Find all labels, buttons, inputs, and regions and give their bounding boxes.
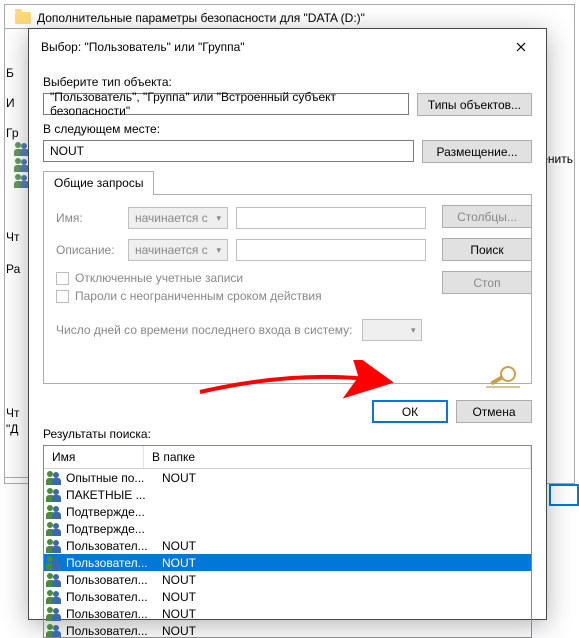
nonexpiring-pwd-label: Пароли с неограниченным сроком действия [75,289,322,303]
columns-button[interactable]: Столбцы... [442,205,532,228]
nonexpiring-pwd-checkbox[interactable] [56,290,69,303]
name-input[interactable] [236,207,426,229]
location-button[interactable]: Размещение... [422,140,532,163]
row-folder: NOUT [162,573,529,587]
bg-text: И [6,96,15,110]
group-icon [46,573,62,587]
column-name-header[interactable]: Имя [44,446,144,468]
row-folder: NOUT [162,556,529,570]
bg-window-title: Дополнительные параметры безопасности дл… [37,11,365,25]
bg-text: Гр [6,126,19,140]
object-types-button[interactable]: Типы объектов... [417,93,532,116]
name-match-combo[interactable]: начинается с ▾ [128,207,228,229]
chevron-down-icon: ▾ [216,213,221,224]
results-row[interactable]: Пользовател...NOUT [44,605,531,622]
column-folder-header[interactable]: В папке [144,446,531,468]
bg-text: Чт [6,406,20,420]
find-now-button[interactable]: Поиск [442,238,532,261]
results-row[interactable]: Пользовател...NOUT [44,622,531,637]
folder-icon [15,12,31,24]
results-row[interactable]: Подтвержде... [44,520,531,537]
row-folder: NOUT [162,539,529,553]
row-name: Пользовател... [66,607,162,621]
search-decoration-icon [486,365,520,389]
description-input[interactable] [236,239,426,261]
group-icon [46,522,62,536]
row-name: Подтвержде... [66,522,162,536]
tab-common-queries[interactable]: Общие запросы [43,171,154,195]
group-icon [46,471,62,485]
bg-text: Б [6,66,14,80]
results-row[interactable]: Пользовател...NOUT [44,588,531,605]
results-row[interactable]: Пользовател...NOUT [44,571,531,588]
results-row[interactable]: Пользовател...NOUT [44,554,531,571]
search-results-listview[interactable]: Имя В папке Опытные по...NOUTПАКЕТНЫЕ ..… [43,445,532,638]
results-row[interactable]: ПАКЕТНЫЕ ... [44,486,531,503]
name-label: Имя: [56,211,120,225]
group-icon [46,607,62,621]
row-folder: NOUT [162,471,529,485]
close-button[interactable] [506,37,536,57]
days-since-login-label: Число дней со времени последнего входа в… [56,323,352,337]
disabled-accounts-checkbox[interactable] [56,272,69,285]
results-row[interactable]: Подтвержде... [44,503,531,520]
description-label: Описание: [56,243,120,257]
dialog-title: Выбор: "Пользователь" или "Группа" [41,40,245,54]
bg-text: Ра [6,262,20,276]
row-name: ПАКЕТНЫЕ ... [66,488,162,502]
chevron-down-icon: ▾ [216,245,221,256]
chevron-down-icon: ▾ [411,325,416,336]
row-name: Пользовател... [66,556,162,570]
row-name: Подтвержде... [66,505,162,519]
row-name: Пользовател... [66,539,162,553]
close-icon [516,42,526,52]
stop-button[interactable]: Стоп [442,271,532,294]
group-icon [46,505,62,519]
object-type-field: "Пользователь", "Группа" или "Встроенный… [43,93,409,115]
results-row[interactable]: Пользовател...NOUT [44,537,531,554]
object-type-label: Выберите тип объекта: [43,75,532,89]
location-field: NOUT [43,140,414,162]
group-icon [46,556,62,570]
bg-group-icons [14,142,28,190]
disabled-accounts-label: Отключенные учетные записи [75,271,243,285]
row-folder: NOUT [162,590,529,604]
results-header[interactable]: Имя В папке [44,446,531,469]
row-name: Пользовател... [66,590,162,604]
row-name: Пользовател... [66,624,162,638]
bg-ok-button-fragment [549,484,579,506]
select-user-group-dialog: Выбор: "Пользователь" или "Группа" Выбер… [28,28,547,620]
group-icon [46,488,62,502]
description-match-combo[interactable]: начинается с ▾ [128,239,228,261]
group-icon [46,590,62,604]
group-icon [46,624,62,638]
row-folder: NOUT [162,607,529,621]
group-icon [46,539,62,553]
cancel-button[interactable]: Отмена [456,400,532,423]
results-row[interactable]: Опытные по...NOUT [44,469,531,486]
location-label: В следующем месте: [43,122,532,136]
row-name: Опытные по... [66,471,162,485]
ok-button[interactable]: ОК [372,400,448,423]
search-results-label: Результаты поиска: [29,425,546,445]
days-combo[interactable]: ▾ [362,319,422,341]
bg-text: "Д [6,422,18,436]
row-name: Пользовател... [66,573,162,587]
bg-text: Чт [6,230,20,244]
row-folder: NOUT [162,624,529,638]
